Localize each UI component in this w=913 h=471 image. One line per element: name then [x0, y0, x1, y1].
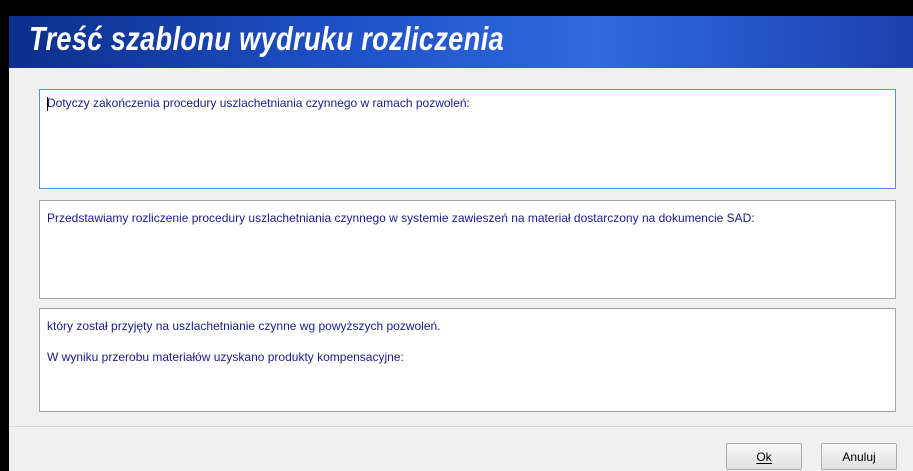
products-text-field[interactable]: który został przyjęty na uszlachetnianie…: [39, 308, 896, 412]
cancel-button-label: Anuluj: [842, 449, 876, 464]
products-text-line-2: W wyniku przerobu materiałów uzyskano pr…: [47, 350, 404, 364]
button-bar: Ok Anuluj: [9, 426, 913, 471]
settlement-text-field[interactable]: Przedstawiamy rozliczenie procedury uszl…: [39, 200, 896, 299]
products-text-line-1: który został przyjęty na uszlachetnianie…: [47, 319, 441, 333]
title-bar: Treść szablonu wydruku rozliczenia: [9, 16, 913, 68]
ok-button-label: Ok: [756, 449, 772, 464]
template-dialog: Treść szablonu wydruku rozliczenia Dotyc…: [9, 16, 913, 471]
intro-text-line-1: Dotyczy zakończenia procedury uszlachetn…: [47, 96, 470, 110]
cancel-button[interactable]: Anuluj: [821, 443, 897, 470]
dialog-title: Treść szablonu wydruku rozliczenia: [29, 20, 505, 57]
settlement-text-line-1: Przedstawiamy rozliczenie procedury uszl…: [47, 211, 755, 225]
intro-text-field[interactable]: Dotyczy zakończenia procedury uszlachetn…: [39, 89, 896, 189]
ok-button[interactable]: Ok: [726, 443, 802, 470]
